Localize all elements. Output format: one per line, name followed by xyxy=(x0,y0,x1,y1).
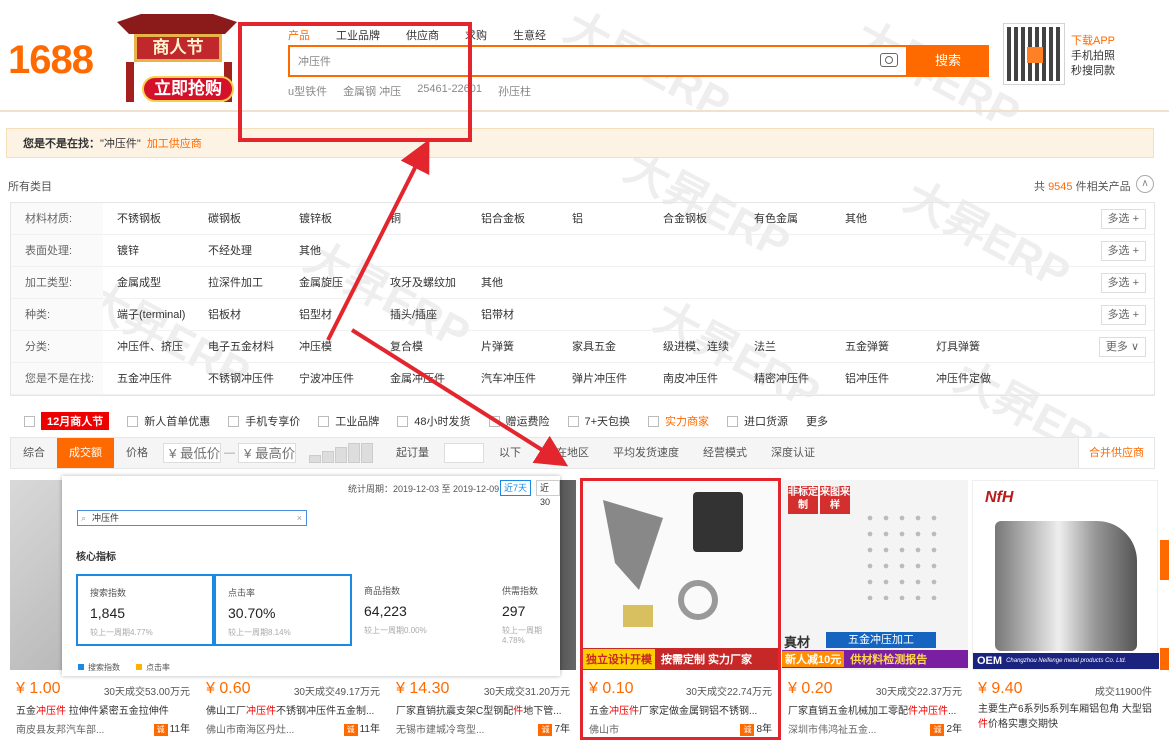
side-tab[interactable] xyxy=(1160,540,1169,580)
annotation-arrows xyxy=(326,139,569,467)
side-tab[interactable] xyxy=(1160,648,1169,670)
